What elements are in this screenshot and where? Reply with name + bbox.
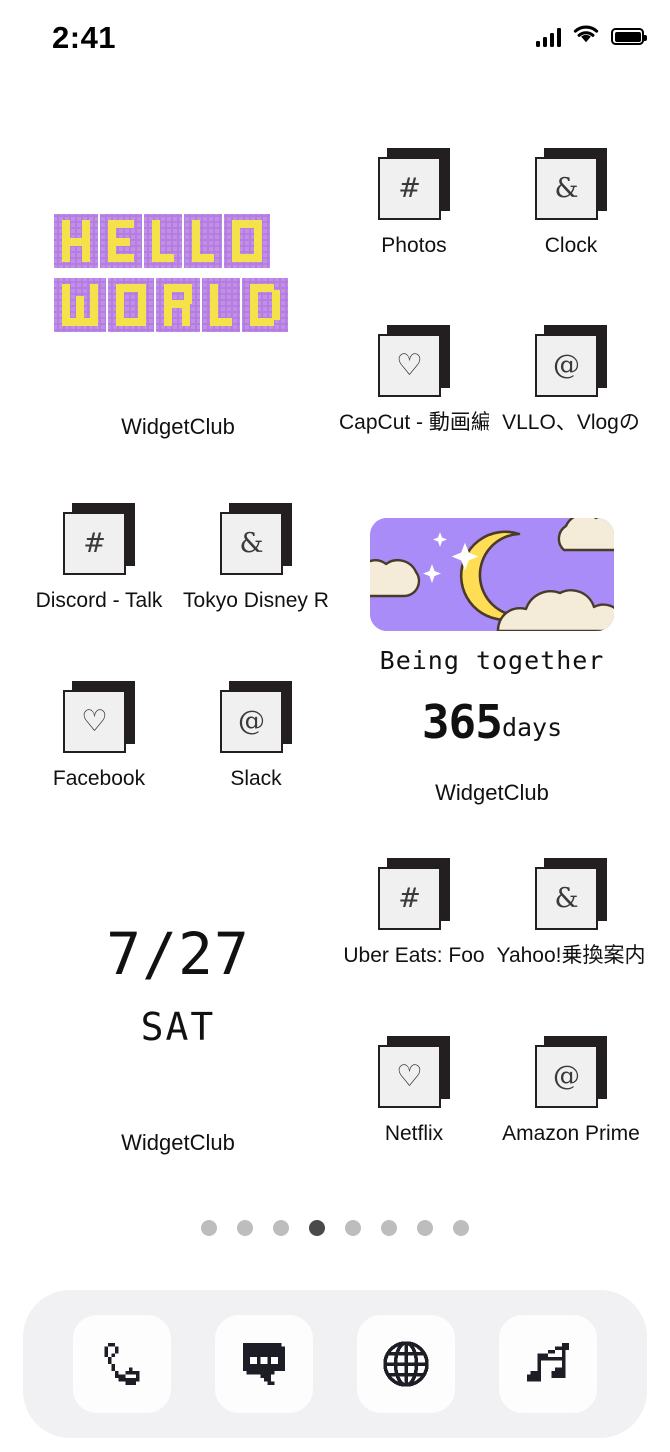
app-label: Netflix [384, 1122, 444, 1145]
app-icon-netflix[interactable]: ♡ Netflix [339, 1036, 489, 1146]
cellular-signal-icon [535, 27, 561, 47]
day-count-value: 365 [421, 695, 503, 749]
app-icon-yahoo-norikae[interactable]: & Yahoo!乗換案内 [496, 858, 646, 968]
app-label: Uber Eats: Foo [343, 944, 485, 967]
heart-icon: ♡ [396, 1058, 423, 1094]
app-tile[interactable]: ♡ [63, 681, 135, 753]
widget-date[interactable]: 7/27 SAT WidgetClub [14, 865, 342, 1165]
app-label: Amazon Prime [502, 1122, 640, 1145]
app-icon-facebook[interactable]: ♡ Facebook [24, 681, 174, 791]
app-tile[interactable]: & [220, 503, 292, 575]
page-indicator[interactable] [0, 1220, 670, 1236]
page-dot-4[interactable] [309, 1220, 325, 1236]
app-tile-face: @ [535, 1045, 598, 1108]
app-tile[interactable]: # [378, 858, 450, 930]
app-label: Photos [381, 234, 447, 257]
app-label: Discord - Talk [35, 589, 163, 612]
widget-hello-world[interactable]: WidgetClub [14, 181, 342, 453]
dock-item-messages[interactable] [215, 1315, 313, 1413]
app-tile[interactable]: & [535, 858, 607, 930]
heart-icon: ♡ [396, 347, 423, 383]
at-icon: @ [238, 706, 265, 737]
app-icon-uber-eats[interactable]: # Uber Eats: Foo [339, 858, 489, 968]
app-tile-face: ♡ [63, 690, 126, 753]
app-label: Facebook [52, 767, 146, 790]
being-together-caption: Being together [379, 646, 605, 675]
moon-night-sky-art [370, 518, 614, 631]
app-tile-face: @ [220, 690, 283, 753]
message-bubble-icon [236, 1336, 292, 1392]
status-bar-time: 2:41 [52, 20, 117, 55]
app-tile[interactable]: ♡ [378, 1036, 450, 1108]
app-label: Clock [544, 234, 598, 257]
ampersand-icon: & [554, 883, 579, 914]
app-tile-face: @ [535, 334, 598, 397]
at-icon: @ [553, 350, 580, 381]
hello-world-pixel-art [52, 210, 302, 340]
dock-item-phone[interactable] [73, 1315, 171, 1413]
date-value: 7/27 [106, 920, 250, 988]
page-dot-8[interactable] [453, 1220, 469, 1236]
dock [23, 1290, 647, 1438]
app-tile-face: ♡ [378, 334, 441, 397]
home-screen: 2:41 WidgetClub # Photos & Clock ♡ CapCu… [0, 0, 670, 1452]
dock-item-music[interactable] [499, 1315, 597, 1413]
widget-date-label: WidgetClub [121, 1130, 235, 1155]
hash-icon: # [398, 173, 421, 204]
app-tile[interactable]: @ [220, 681, 292, 753]
dock-item-safari[interactable] [357, 1315, 455, 1413]
app-tile[interactable]: ♡ [378, 325, 450, 397]
widget-being-together[interactable]: Being together 365days WidgetClub [370, 510, 614, 820]
app-tile[interactable]: & [535, 148, 607, 220]
page-dot-1[interactable] [201, 1220, 217, 1236]
page-dot-7[interactable] [417, 1220, 433, 1236]
app-tile-face: # [378, 157, 441, 220]
app-label: Yahoo!乗換案内 [496, 944, 646, 967]
hash-icon: # [83, 528, 106, 559]
page-dot-2[interactable] [237, 1220, 253, 1236]
ampersand-icon: & [239, 528, 264, 559]
app-tile[interactable]: @ [535, 1036, 607, 1108]
app-icon-vllo[interactable]: @ VLLO、Vlogの [496, 325, 646, 435]
app-tile-face: & [535, 867, 598, 930]
app-icon-tokyo-disney[interactable]: & Tokyo Disney R [181, 503, 331, 613]
app-icon-photos[interactable]: # Photos [339, 148, 489, 258]
page-dot-3[interactable] [273, 1220, 289, 1236]
app-label: Tokyo Disney R [183, 589, 329, 612]
app-icon-clock[interactable]: & Clock [496, 148, 646, 258]
app-icon-discord[interactable]: # Discord - Talk [24, 503, 174, 613]
app-icon-capcut[interactable]: ♡ CapCut - 動画編 [339, 325, 489, 435]
hash-icon: # [398, 883, 421, 914]
app-label: CapCut - 動画編 [339, 411, 489, 434]
day-count-unit: days [501, 713, 563, 742]
wifi-icon [572, 24, 600, 49]
app-tile-face: # [378, 867, 441, 930]
app-tile-face: & [220, 512, 283, 575]
weekday-value: SAT [140, 1005, 216, 1049]
app-label: Slack [230, 767, 282, 790]
app-tile-face: ♡ [378, 1045, 441, 1108]
app-tile[interactable]: @ [535, 325, 607, 397]
page-dot-5[interactable] [345, 1220, 361, 1236]
being-together-counter: 365days [370, 695, 614, 749]
phone-icon [94, 1336, 150, 1392]
battery-full-icon [611, 28, 647, 45]
widget-hello-world-label: WidgetClub [121, 414, 235, 439]
app-label: VLLO、Vlogの [502, 411, 640, 434]
app-tile[interactable]: # [63, 503, 135, 575]
page-dot-6[interactable] [381, 1220, 397, 1236]
status-bar-indicators [535, 24, 647, 49]
app-tile-face: & [535, 157, 598, 220]
app-tile[interactable]: # [378, 148, 450, 220]
app-icon-amazon-prime[interactable]: @ Amazon Prime [496, 1036, 646, 1146]
status-bar: 2:41 [0, 0, 670, 70]
ampersand-icon: & [554, 173, 579, 204]
app-tile-face: # [63, 512, 126, 575]
heart-icon: ♡ [81, 703, 108, 739]
globe-icon [378, 1336, 434, 1392]
at-icon: @ [553, 1061, 580, 1092]
app-icon-slack[interactable]: @ Slack [181, 681, 331, 791]
music-note-icon [520, 1336, 576, 1392]
widget-being-together-label: WidgetClub [435, 780, 549, 805]
